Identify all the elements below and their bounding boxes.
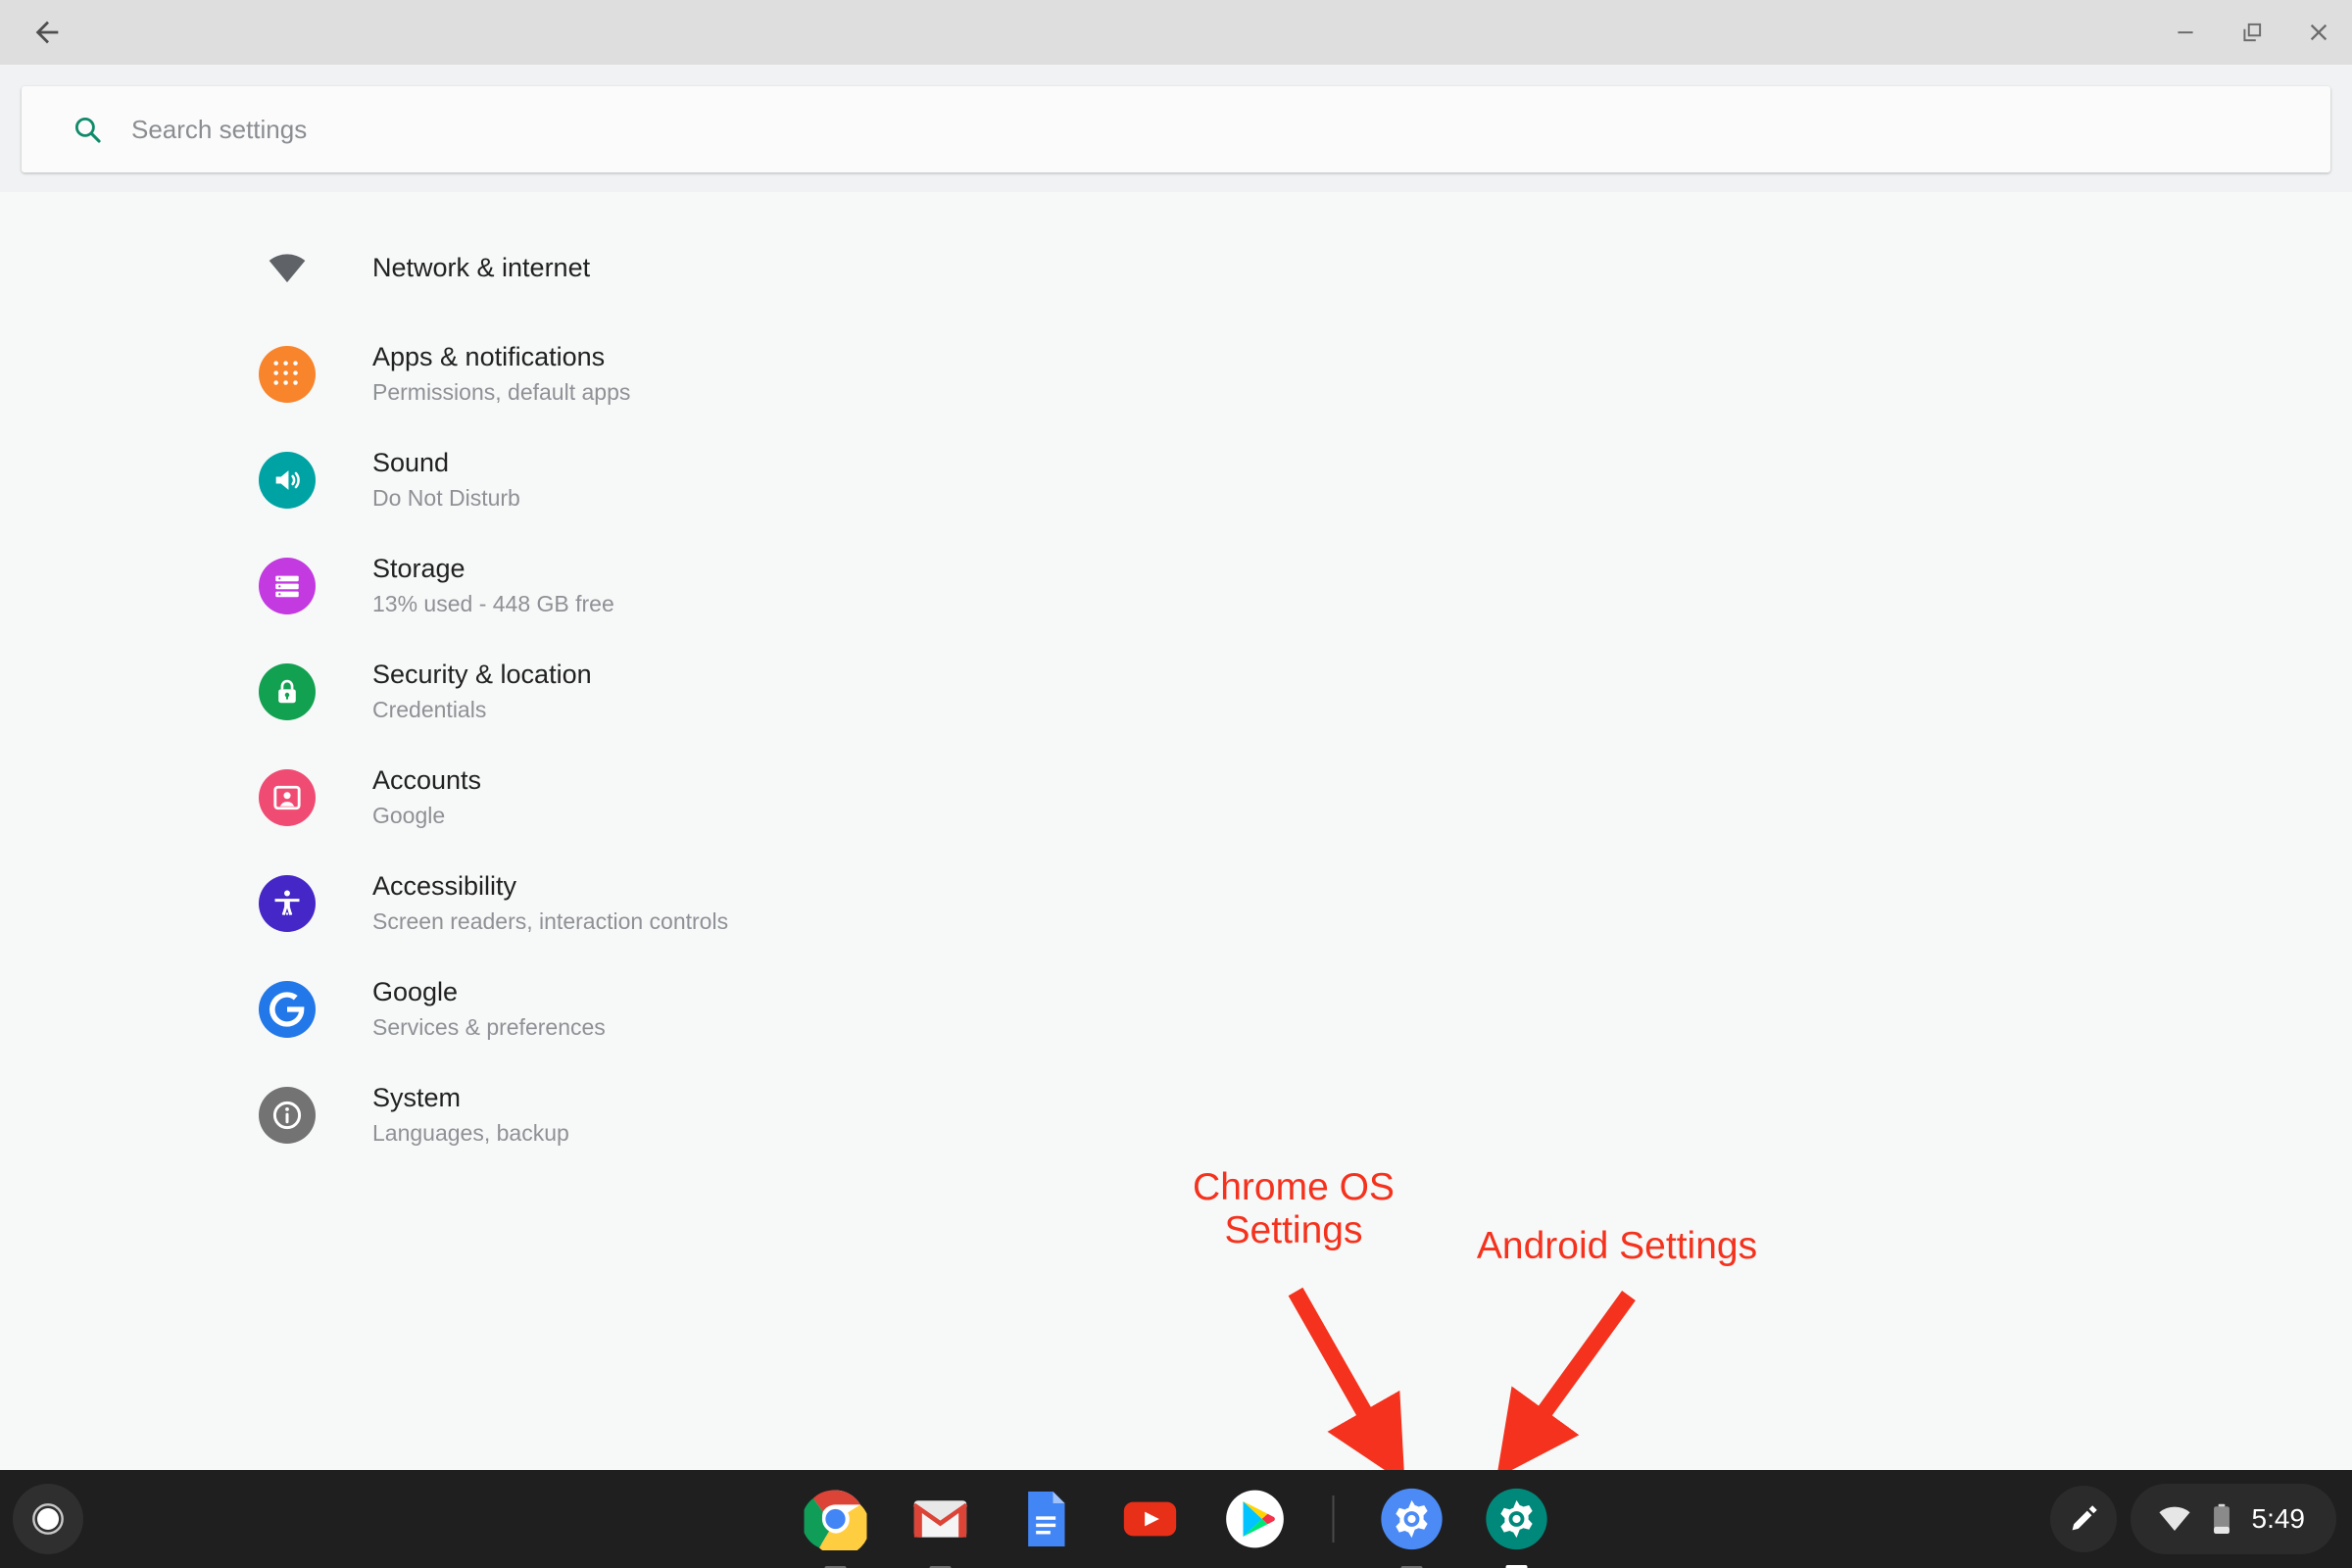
settings-row-security-location[interactable]: Security & location Credentials [0, 639, 2352, 745]
settings-row-text: Storage 13% used - 448 GB free [372, 553, 614, 619]
clock: 5:49 [2251, 1503, 2306, 1534]
settings-row-subtitle: Screen readers, interaction controls [372, 907, 729, 934]
settings-row-title: Security & location [372, 660, 592, 690]
settings-row-text: Apps & notifications Permissions, default… [372, 341, 630, 408]
chrome-icon [804, 1490, 867, 1550]
close-button[interactable] [2285, 0, 2352, 65]
settings-row-sound[interactable]: Sound Do Not Disturb [0, 427, 2352, 533]
restore-icon [2243, 23, 2262, 42]
system-tray: 5:49 [2049, 1470, 2336, 1568]
settings-row-title: Sound [372, 448, 450, 478]
gmail-icon [912, 1500, 968, 1538]
settings-row-subtitle: 13% used - 448 GB free [372, 590, 614, 616]
annotation-android-settings: Android Settings [1476, 1225, 1758, 1267]
close-icon [2310, 24, 2328, 41]
shelf-item-youtube[interactable] [1117, 1486, 1184, 1552]
play-store-icon [1226, 1490, 1284, 1548]
settings-row-text: Accessibility Screen readers, interaction… [372, 870, 728, 937]
gear-icon [1486, 1488, 1547, 1550]
settings-row-title: Accounts [372, 765, 482, 796]
shelf: 5:49 [0, 1470, 2352, 1568]
accessibility-icon [259, 875, 316, 932]
settings-row-subtitle: Google [372, 802, 446, 828]
storage-icon [259, 558, 316, 614]
docs-icon [1028, 1492, 1065, 1546]
info-icon [259, 1087, 316, 1144]
shelf-item-chrome[interactable] [803, 1486, 869, 1568]
settings-row-title: System [372, 1083, 462, 1113]
annotation-chromeos-settings: Chrome OS Settings [1193, 1166, 1395, 1251]
settings-row-google[interactable]: Google Services & preferences [0, 956, 2352, 1062]
settings-row-subtitle: Do Not Disturb [372, 484, 520, 511]
settings-list: Network & internet Apps & notifications Pe… [0, 192, 2352, 1168]
wifi-icon [2158, 1506, 2190, 1532]
account-icon [259, 769, 316, 826]
settings-row-storage[interactable]: Storage 13% used - 448 GB free [0, 533, 2352, 639]
apps-grid-icon [259, 346, 316, 403]
google-g-icon [259, 981, 316, 1038]
window-controls [2152, 0, 2352, 65]
settings-row-text: Accounts Google [372, 764, 481, 831]
search-input[interactable] [131, 114, 1699, 145]
status-area[interactable]: 5:49 [2130, 1484, 2336, 1554]
shelf-item-play-store[interactable] [1222, 1486, 1289, 1552]
settings-row-network-internet[interactable]: Network & internet [0, 216, 2352, 321]
settings-row-title: Google [372, 977, 459, 1007]
settings-row-accounts[interactable]: Accounts Google [0, 745, 2352, 851]
settings-row-text: Network & internet [372, 252, 590, 285]
settings-row-apps-notifications[interactable]: Apps & notifications Permissions, default… [0, 321, 2352, 427]
settings-row-title: Network & internet [372, 253, 591, 283]
search-icon [71, 113, 104, 146]
restore-button[interactable] [2219, 0, 2285, 65]
back-button[interactable] [0, 0, 94, 65]
settings-content: Network & internet Apps & notifications Pe… [0, 192, 2352, 1470]
settings-row-system[interactable]: System Languages, backup [0, 1062, 2352, 1168]
settings-row-subtitle: Permissions, default apps [372, 378, 631, 405]
settings-row-title: Storage [372, 554, 466, 584]
back-arrow-icon [35, 21, 59, 44]
lock-icon [259, 663, 316, 720]
settings-row-title: Apps & notifications [372, 342, 606, 372]
search-band [0, 65, 2352, 192]
gear-icon [1381, 1488, 1443, 1550]
settings-row-text: Security & location Credentials [372, 659, 592, 725]
shelf-separator [1332, 1495, 1335, 1543]
settings-row-text: System Languages, backup [372, 1082, 569, 1149]
chromeos-screen: Network & internet Apps & notifications Pe… [0, 0, 2352, 1568]
shelf-item-docs[interactable] [1012, 1486, 1079, 1552]
minimize-icon [2178, 31, 2193, 34]
search-bar[interactable] [22, 86, 2330, 172]
minimize-button[interactable] [2152, 0, 2219, 65]
youtube-icon [1123, 1501, 1177, 1537]
stylus-icon [2072, 1505, 2097, 1531]
settings-row-text: Sound Do Not Disturb [372, 447, 520, 514]
settings-row-accessibility[interactable]: Accessibility Screen readers, interaction… [0, 851, 2352, 956]
wifi-icon [259, 240, 316, 297]
shelf-item-android-settings[interactable] [1484, 1486, 1550, 1568]
settings-row-subtitle: Services & preferences [372, 1013, 606, 1040]
battery-icon [2213, 1503, 2230, 1535]
stylus-button[interactable] [2049, 1486, 2117, 1552]
settings-row-title: Accessibility [372, 871, 517, 902]
shelf-item-gmail[interactable] [907, 1486, 974, 1568]
window-titlebar [0, 0, 2352, 65]
settings-row-subtitle: Credentials [372, 696, 487, 722]
settings-row-text: Google Services & preferences [372, 976, 606, 1043]
launcher-button[interactable] [13, 1484, 83, 1554]
launcher-circle-icon [32, 1503, 64, 1535]
volume-icon [259, 452, 316, 509]
settings-row-subtitle: Languages, backup [372, 1119, 569, 1146]
shelf-item-chromeos-settings[interactable] [1379, 1486, 1446, 1568]
shelf-app-list [803, 1470, 1550, 1568]
